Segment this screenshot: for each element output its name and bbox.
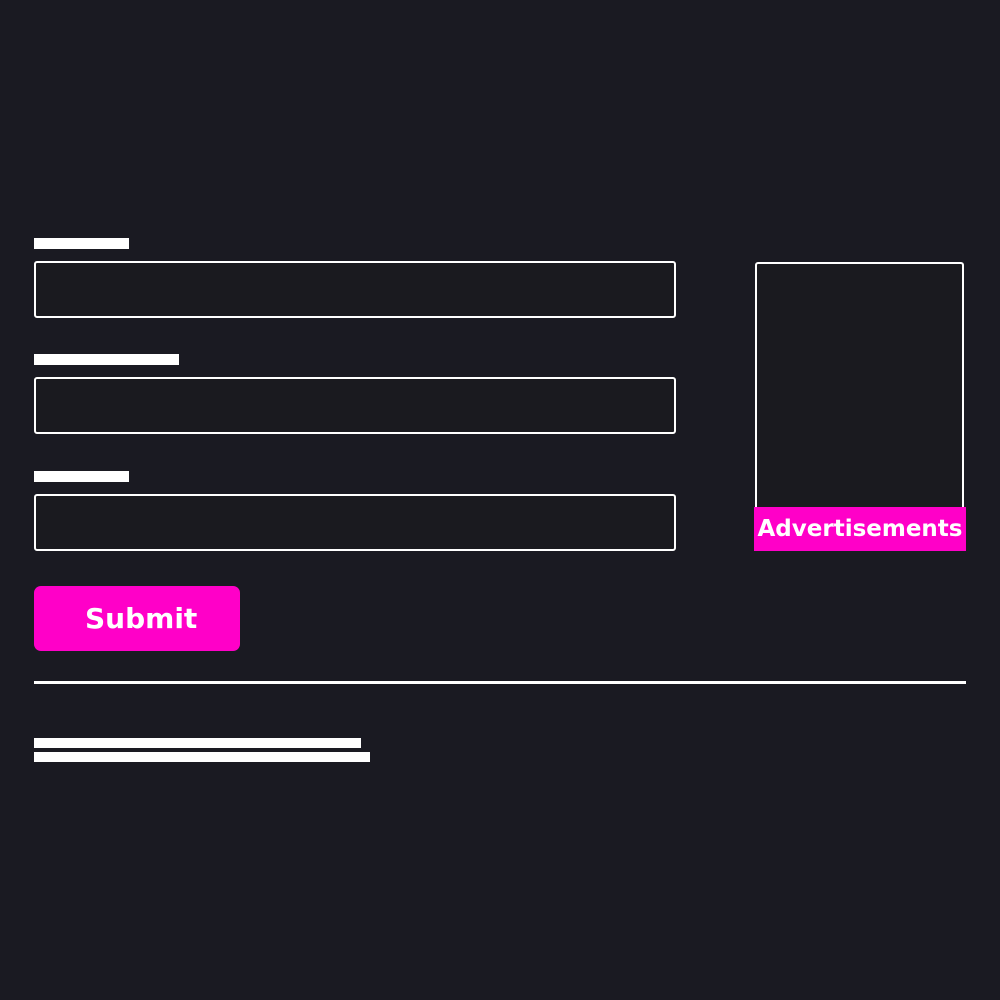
- footer-text-line-2: [34, 752, 370, 762]
- text-field-3[interactable]: [34, 494, 676, 551]
- text-field-1[interactable]: [34, 261, 676, 318]
- divider: [34, 681, 966, 684]
- text-input-2[interactable]: [36, 379, 674, 432]
- field-label-2: [34, 354, 179, 365]
- field-label-1: [34, 238, 129, 249]
- page: Submit Advertisements: [0, 0, 1000, 1000]
- field-label-3: [34, 471, 129, 482]
- text-input-3[interactable]: [36, 496, 674, 549]
- text-field-2[interactable]: [34, 377, 676, 434]
- advertisement-label: Advertisements: [754, 507, 966, 551]
- submit-button[interactable]: Submit: [34, 586, 240, 651]
- text-input-1[interactable]: [36, 263, 674, 316]
- footer-text-line-1: [34, 738, 361, 748]
